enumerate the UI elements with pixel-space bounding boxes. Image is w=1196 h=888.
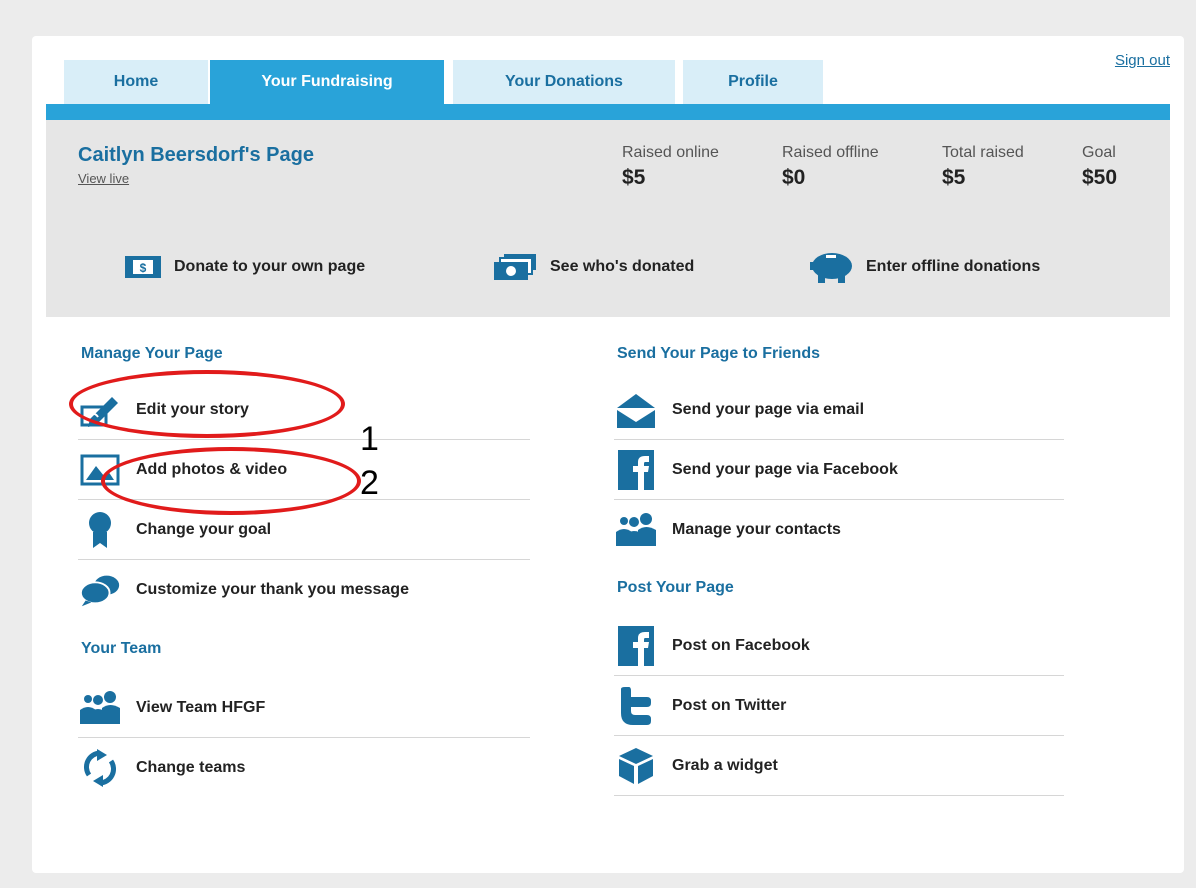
item-label: Send your page via Facebook xyxy=(672,460,898,478)
piggy-bank-icon xyxy=(810,253,852,283)
refresh-icon xyxy=(78,748,122,788)
item-label: Post on Twitter xyxy=(672,696,787,714)
grab-widget-link[interactable]: Grab a widget xyxy=(614,736,1064,796)
tab-your-fundraising[interactable]: Your Fundraising xyxy=(210,60,444,104)
manage-contacts-link[interactable]: Manage your contacts xyxy=(614,500,1064,560)
annotation-number-2: 2 xyxy=(360,464,379,502)
annotation-ellipse-2 xyxy=(101,447,361,515)
money-stack-icon xyxy=(494,254,536,280)
cube-icon xyxy=(614,746,658,786)
item-label: Grab a widget xyxy=(672,756,778,774)
sign-out-link[interactable]: Sign out xyxy=(1115,52,1170,69)
stat-value: $50 xyxy=(1082,166,1118,189)
post-facebook-link[interactable]: Post on Facebook xyxy=(614,616,1064,676)
stat-raised-offline: Raised offline $0 xyxy=(782,144,879,190)
facebook-icon xyxy=(614,625,658,666)
tab-home[interactable]: Home xyxy=(64,60,208,104)
chat-bubbles-icon xyxy=(78,570,122,610)
stat-label: Goal xyxy=(1082,144,1116,161)
people-group-icon xyxy=(614,510,658,550)
see-whos-donated-button[interactable]: See who's donated xyxy=(492,252,694,282)
enter-offline-donations-button[interactable]: Enter offline donations xyxy=(808,252,1041,283)
stat-label: Raised offline xyxy=(782,144,879,161)
donate-own-page-button[interactable]: $ Donate to your own page xyxy=(124,252,365,282)
view-live-link[interactable]: View live xyxy=(78,171,129,186)
item-label: Post on Facebook xyxy=(672,636,810,654)
annotation-number-1: 1 xyxy=(360,420,379,458)
send-facebook-link[interactable]: Send your page via Facebook xyxy=(614,440,1064,500)
people-group-icon xyxy=(78,688,122,728)
facebook-icon xyxy=(614,449,658,490)
summary-panel: Caitlyn Beersdorf's Page View live Raise… xyxy=(46,120,1170,317)
item-label: Change teams xyxy=(136,759,246,776)
stat-value: $5 xyxy=(622,166,646,189)
send-email-link[interactable]: Send your page via email xyxy=(614,380,1064,440)
change-teams-link[interactable]: Change teams xyxy=(78,738,530,798)
stat-label: Total raised xyxy=(942,144,1024,161)
stat-goal: Goal $50 xyxy=(1082,144,1117,190)
stat-total-raised: Total raised $5 xyxy=(942,144,1024,190)
send-page-heading: Send Your Page to Friends xyxy=(617,345,820,362)
item-label: Customize your thank you message xyxy=(136,581,409,598)
stat-value: $5 xyxy=(942,166,966,189)
annotation-ellipse-1 xyxy=(69,370,345,438)
item-label: View Team HFGF xyxy=(136,698,266,716)
item-label: Change your goal xyxy=(136,520,272,538)
tab-bar-underline xyxy=(46,104,1170,120)
action-label: Donate to your own page xyxy=(174,258,366,275)
post-page-heading: Post Your Page xyxy=(617,579,734,596)
stat-label: Raised online xyxy=(622,144,719,161)
post-twitter-link[interactable]: Post on Twitter xyxy=(614,676,1064,736)
view-team-link[interactable]: View Team HFGF xyxy=(78,678,530,738)
your-team-heading: Your Team xyxy=(81,640,162,657)
stat-raised-online: Raised online $5 xyxy=(622,144,719,190)
envelope-icon xyxy=(614,390,658,430)
twitter-icon xyxy=(614,686,658,726)
manage-page-heading: Manage Your Page xyxy=(81,345,223,362)
customize-thank-you-link[interactable]: Customize your thank you message xyxy=(78,560,530,620)
item-label: Manage your contacts xyxy=(672,521,841,538)
action-label: See who's donated xyxy=(550,258,695,275)
tab-profile[interactable]: Profile xyxy=(683,60,823,104)
action-label: Enter offline donations xyxy=(866,258,1041,275)
svg-text:$: $ xyxy=(140,261,147,275)
stat-value: $0 xyxy=(782,166,806,189)
tab-your-donations[interactable]: Your Donations xyxy=(453,60,675,104)
dollar-bill-icon: $ xyxy=(125,256,161,278)
page-title: Caitlyn Beersdorf's Page xyxy=(78,144,314,166)
award-ribbon-icon xyxy=(78,510,122,550)
item-label: Send your page via email xyxy=(672,400,865,418)
